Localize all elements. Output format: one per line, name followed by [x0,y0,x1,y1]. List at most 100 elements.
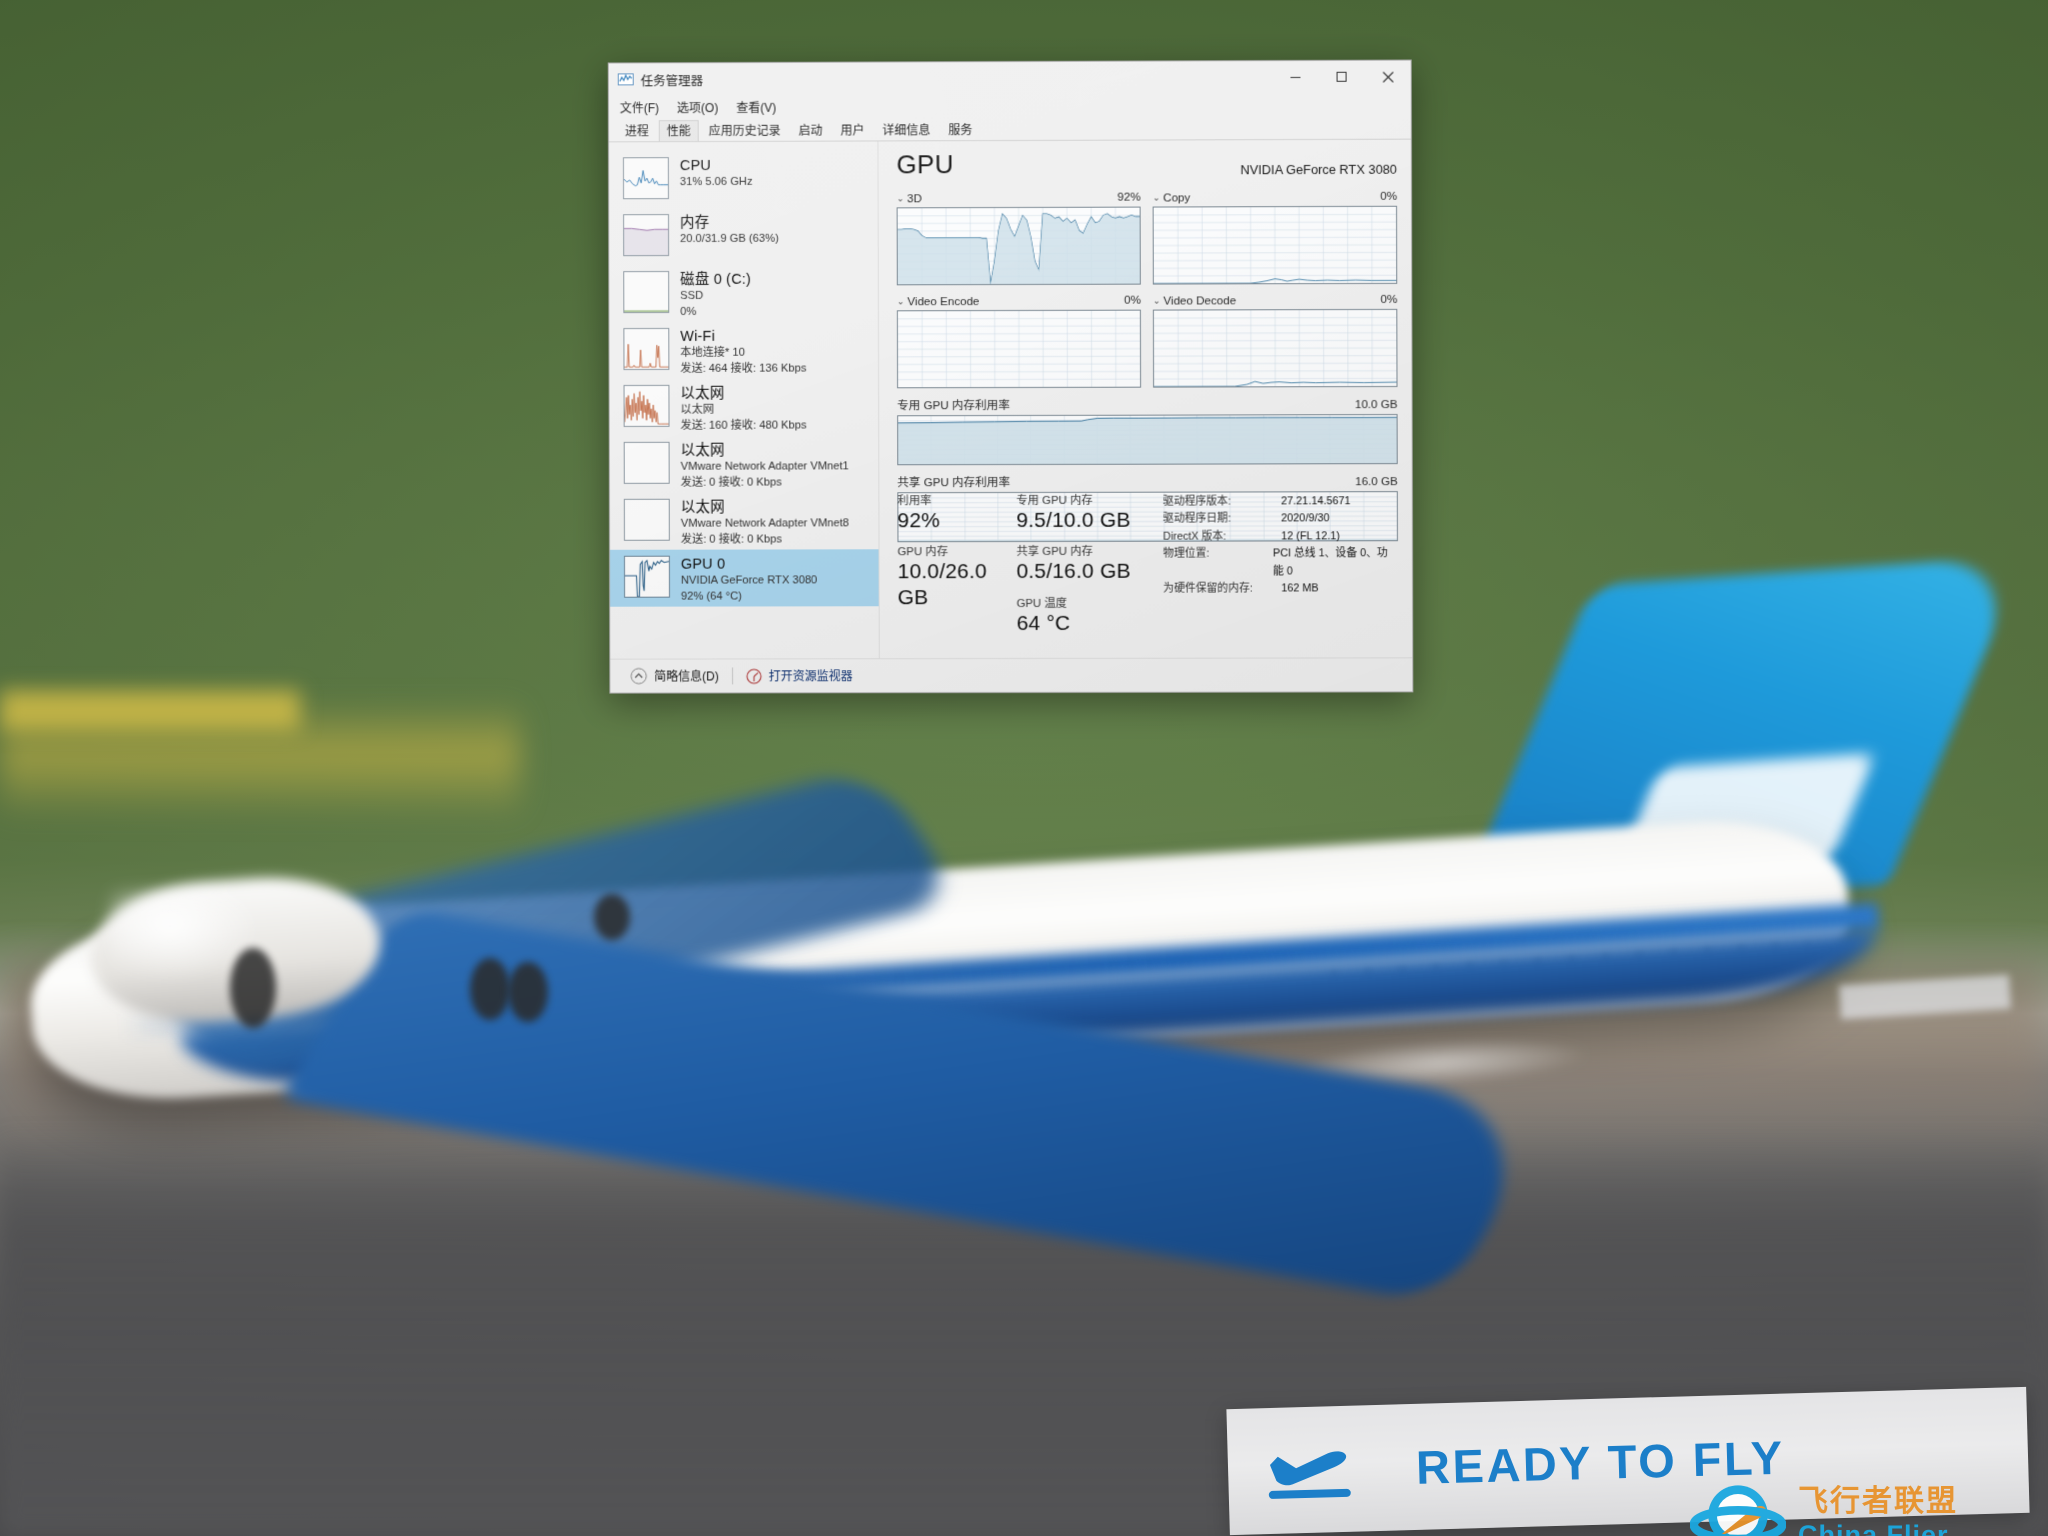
gpu-info-table: 驱动程序版本: 27.21.14.5671 驱动程序日期: 2020/9/30 … [1163,493,1398,648]
chevron-down-icon: ⌄ [896,193,905,204]
sidebar-item-vmnet8-sub1: VMware Network Adapter VMnet8 [680,517,850,530]
menu-item-options[interactable]: 选项(O) [677,99,718,116]
tab-startup[interactable]: 启动 [791,119,831,141]
graph-label-row-shared-memory: 共享 GPU 内存利用率 16.0 GB [897,473,1397,490]
tab-processes[interactable]: 进程 [617,120,657,142]
ethernet-thumbnail-graph [623,384,670,427]
china-flier-logo-icon [1690,1485,1786,1536]
sidebar-item-vmnet1-title: 以太网 [680,442,725,459]
graph-dedicated-gpu-memory [897,414,1398,466]
graph-selector-video-encode[interactable]: ⌄ Video Encode [897,295,980,308]
stats-column-1: 利用率 92% GPU 内存 10.0/26.0 GB [897,494,1016,649]
gpu-device-name: NVIDIA GeForce RTX 3080 [1240,161,1397,178]
graph-row-top: ⌄ 3D 92% ⌄ Copy 0% [897,190,1398,286]
title-bar[interactable]: 任务管理器 [608,60,1411,96]
info-row-directx-version: DirectX 版本: 12 (FL 12.1) [1163,528,1398,546]
model-airplane [0,555,2048,1340]
sidebar-item-vmnet8-meta: 以太网 VMware Network Adapter VMnet8 发送: 0 … [681,498,849,548]
info-row-physical-location: 物理位置: PCI 总线 1、设备 0、功能 0 [1163,545,1398,580]
menu-item-view[interactable]: 查看(V) [736,98,776,115]
stat-dedicated-gpu-memory-value: 9.5/10.0 GB [1016,508,1131,532]
info-value-hardware-reserved-memory: 162 MB [1281,582,1319,595]
sidebar-item-ethernet-vmnet8[interactable]: 以太网 VMware Network Adapter VMnet8 发送: 0 … [610,492,879,550]
graph-col-video-encode: ⌄ Video Encode 0% [896,294,1142,389]
gpu-detail-pane: GPU NVIDIA GeForce RTX 3080 ⌄ 3D 92% ⌄ C… [878,139,1413,659]
sidebar-item-gpu-0-title: GPU 0 [680,556,726,573]
graph-selector-3d[interactable]: ⌄ 3D [897,192,922,205]
airplane-registration [1839,974,2011,1020]
sidebar-item-disk-0[interactable]: 磁盘 0 (C:) SSD 0% [609,264,878,322]
sidebar-item-disk-0-meta: 磁盘 0 (C:) SSD 0% [680,271,751,321]
menu-item-file[interactable]: 文件(F) [620,99,659,116]
minimize-button[interactable] [1272,61,1318,93]
stat-utilization-value: 92% [897,509,941,533]
sidebar-item-gpu-0[interactable]: GPU 0 NVIDIA GeForce RTX 3080 92% (64 °C… [610,549,879,607]
stat-utilization-label: 利用率 [897,494,932,507]
graph-col-video-decode: ⌄ Video Decode 0% [1153,293,1398,388]
sidebar-item-ethernet-vmnet1[interactable]: 以太网 VMware Network Adapter VMnet1 发送: 0 … [610,435,879,493]
info-key-directx-version: DirectX 版本: [1163,530,1227,543]
graph-label-row-video-encode: ⌄ Video Encode 0% [897,294,1141,309]
task-manager-window[interactable]: 任务管理器 文件(F) 选项(O) 查看(V) 进程 性能 应用历史记录 启动 … [607,59,1414,694]
graph-video-encode [896,309,1142,389]
close-button[interactable] [1365,61,1411,93]
graph-selector-copy[interactable]: ⌄ Copy [1153,191,1191,204]
stat-gpu-memory-label: GPU 内存 [897,546,949,559]
watermark-english-label: China Flier [1798,1519,1949,1536]
tab-strip[interactable]: 进程 性能 应用历史记录 启动 用户 详细信息 服务 [608,116,1411,143]
landing-gear-strut [594,894,630,940]
stat-dedicated-gpu-memory-label: 专用 GPU 内存 [1016,494,1093,507]
menu-bar[interactable]: 文件(F) 选项(O) 查看(V) [609,93,1411,120]
window-footer[interactable]: 简略信息(D) 打开资源监视器 [610,657,1413,693]
sidebar-item-cpu-title: CPU [679,158,711,175]
performance-sidebar[interactable]: CPU 31% 5.06 GHz 内存 20.0/31.9 GB (63%) 磁… [608,141,880,659]
tab-services[interactable]: 服务 [940,119,980,141]
memory-thumbnail-graph [623,214,670,257]
graph-col-3d: ⌄ 3D 92% [897,191,1141,286]
info-row-hardware-reserved-memory: 为硬件保留的内存: 162 MB [1163,580,1398,598]
tab-app-history[interactable]: 应用历史记录 [701,119,789,141]
sidebar-item-memory[interactable]: 内存 20.0/31.9 GB (63%) [609,207,878,265]
fewer-details-label: 简略信息(D) [654,669,719,684]
stat-shared-gpu-memory: 共享 GPU 内存 0.5/16.0 GB [1016,545,1163,585]
window-controls[interactable] [1272,61,1410,94]
info-row-driver-version: 驱动程序版本: 27.21.14.5671 [1163,493,1398,511]
chevron-up-circle-icon [631,668,648,685]
sidebar-item-ethernet-sub2: 发送: 160 接收: 480 Kbps [680,419,807,433]
info-value-driver-version: 27.21.14.5671 [1281,494,1351,508]
info-key-driver-date: 驱动程序日期: [1163,512,1231,525]
sidebar-item-ethernet-meta: 以太网 以太网 发送: 160 接收: 480 Kbps [680,385,806,435]
wifi-thumbnail-graph [623,327,670,371]
graph-value-shared-memory: 16.0 GB [1355,475,1398,489]
graph-selector-video-decode[interactable]: ⌄ Video Decode [1153,294,1236,307]
tab-users[interactable]: 用户 [832,119,872,141]
graph-label-row-dedicated-memory: 专用 GPU 内存利用率 10.0 GB [897,396,1397,413]
graph-label-3d: 3D [907,192,922,206]
tab-performance[interactable]: 性能 [658,119,699,142]
graph-label-dedicated-memory: 专用 GPU 内存利用率 [897,399,1010,413]
tab-details[interactable]: 详细信息 [874,119,938,141]
sidebar-item-disk-0-title: 磁盘 0 (C:) [680,271,752,288]
page-title: GPU [896,149,954,180]
sidebar-item-wifi[interactable]: Wi-Fi 本地连接* 10 发送: 464 接收: 136 Kbps [609,321,878,379]
sidebar-item-memory-title: 内存 [679,214,710,232]
info-key-physical-location: 物理位置: [1163,547,1210,560]
watermark-chinese-label: 飞行者联盟 [1798,1485,1958,1519]
sidebar-item-wifi-title: Wi-Fi [680,328,716,345]
sidebar-item-ethernet[interactable]: 以太网 以太网 发送: 160 接收: 480 Kbps [610,378,879,436]
resource-monitor-icon [746,668,762,684]
graph-label-row-copy: ⌄ Copy 0% [1153,190,1397,205]
open-resource-monitor-link[interactable]: 打开资源监视器 [746,667,853,684]
sidebar-item-gpu-0-sub2: 92% (64 °C) [680,590,742,603]
window-title: 任务管理器 [640,73,704,88]
sidebar-item-memory-sub1: 20.0/31.9 GB (63%) [680,232,779,246]
graph-label-video-decode: Video Decode [1163,294,1237,308]
maximize-button[interactable] [1318,61,1364,93]
graph-label-copy: Copy [1163,191,1191,205]
graph-col-copy: ⌄ Copy 0% [1153,190,1398,285]
info-value-physical-location: PCI 总线 1、设备 0、功能 0 [1272,547,1388,578]
fewer-details-button[interactable]: 简略信息(D) [630,667,719,685]
graph-label-row-3d: ⌄ 3D 92% [897,191,1141,206]
stats-column-2: 专用 GPU 内存 9.5/10.0 GB 共享 GPU 内存 0.5/16.0… [1016,493,1163,648]
sidebar-item-cpu[interactable]: CPU 31% 5.06 GHz [609,150,878,208]
